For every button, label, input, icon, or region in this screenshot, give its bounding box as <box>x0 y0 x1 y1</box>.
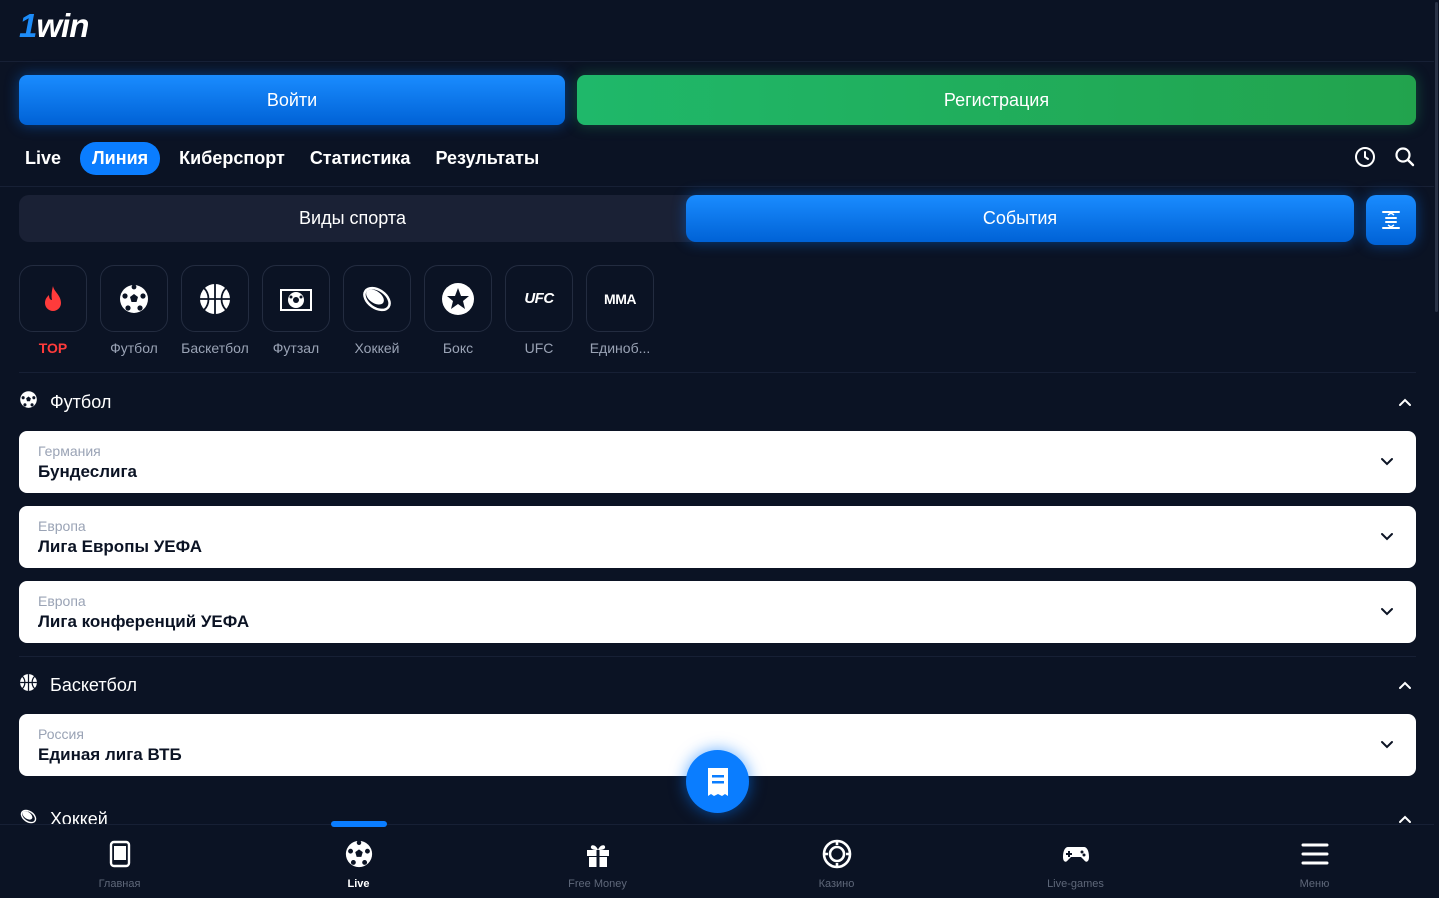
chevron-up-icon[interactable] <box>1398 678 1412 697</box>
scrollbar[interactable] <box>1434 0 1439 898</box>
section-title: Футбол <box>50 391 112 412</box>
bottom-nav-label: Меню <box>1299 878 1330 890</box>
mma-logo-text: MMA <box>604 290 636 307</box>
collapse-all-button[interactable] <box>1366 195 1416 245</box>
scrollbar-thumb[interactable] <box>1435 2 1438 312</box>
section-basketball-header[interactable]: Баскетбол <box>19 670 1416 700</box>
boxing-star-icon <box>424 265 492 332</box>
gamepad-icon <box>1062 847 1089 862</box>
clock-icon[interactable] <box>1354 146 1376 168</box>
menu-icon <box>1301 843 1328 865</box>
brand-logo[interactable]: 1win <box>19 6 89 46</box>
sport-label: UFC <box>524 340 554 356</box>
sport-football[interactable]: Футбол <box>100 265 168 356</box>
bottom-nav-label: Live <box>347 878 370 890</box>
sports-row: TOP Футбол Баскетбол Футзал Хоккей Бокс … <box>19 265 654 356</box>
bottom-nav-live-games[interactable]: Live-games <box>956 825 1195 898</box>
chevron-up-icon[interactable] <box>1398 395 1412 414</box>
soccer-ball-icon <box>345 840 372 868</box>
basketball-icon <box>181 265 249 332</box>
ufc-logo-text: UFC <box>524 290 554 307</box>
league-card[interactable]: Германия Бундеслига <box>19 431 1416 493</box>
bottom-nav-free-money[interactable]: Free Money <box>478 825 717 898</box>
soccer-ball-icon <box>100 265 168 332</box>
sport-boxing[interactable]: Бокс <box>424 265 492 356</box>
sport-ufc[interactable]: UFC UFC <box>505 265 573 356</box>
sport-hockey[interactable]: Хоккей <box>343 265 411 356</box>
chevron-down-icon[interactable] <box>1380 605 1394 624</box>
segment-sports[interactable]: Виды спорта <box>19 195 686 242</box>
soccer-ball-icon <box>19 390 38 414</box>
casino-chip-icon <box>822 839 851 869</box>
sport-label: Футбол <box>110 340 158 356</box>
bottom-nav-live[interactable]: Live <box>239 821 478 898</box>
divider <box>19 656 1416 657</box>
bottom-nav-casino[interactable]: Казино <box>717 825 956 898</box>
login-button[interactable]: Войти <box>19 75 565 125</box>
bottom-nav-label: Live-games <box>1047 878 1104 890</box>
league-country: Европа <box>38 593 86 609</box>
sport-label: Бокс <box>442 340 474 356</box>
bet-slip-button[interactable] <box>686 750 749 813</box>
league-card[interactable]: Европа Лига конференций УЕФА <box>19 581 1416 643</box>
bottom-nav-home[interactable]: Главная <box>0 825 239 898</box>
league-name: Бундеслига <box>38 462 137 481</box>
collapse-icon <box>1382 211 1400 229</box>
league-card[interactable]: Европа Лига Европы УЕФА <box>19 506 1416 568</box>
view-switcher: Виды спорта События <box>19 195 1354 242</box>
league-name: Лига конференций УЕФА <box>38 612 250 631</box>
league-name: Единая лига ВТБ <box>38 745 182 764</box>
sport-futsal[interactable]: Футзал <box>262 265 330 356</box>
chevron-down-icon[interactable] <box>1380 738 1394 757</box>
tab-statistics[interactable]: Статистика <box>304 142 417 175</box>
bottom-nav-menu[interactable]: Меню <box>1195 825 1434 898</box>
fire-icon <box>19 265 87 332</box>
mma-logo: MMA <box>586 265 654 332</box>
ufc-logo: UFC <box>505 265 573 332</box>
bottom-nav-label: Казино <box>818 878 855 890</box>
sport-mma[interactable]: MMA Единоб... <box>586 265 654 356</box>
bottom-nav-label: Free Money <box>568 878 627 890</box>
basketball-icon <box>19 673 38 697</box>
league-name: Лига Европы УЕФА <box>38 537 202 556</box>
section-title: Баскетбол <box>50 674 137 695</box>
sport-label: Футзал <box>272 340 320 356</box>
register-button[interactable]: Регистрация <box>577 75 1416 125</box>
tab-results[interactable]: Результаты <box>429 142 545 175</box>
league-country: Европа <box>38 518 86 534</box>
section-football-header[interactable]: Футбол <box>19 387 1416 417</box>
sport-basketball[interactable]: Баскетбол <box>181 265 249 356</box>
chevron-down-icon[interactable] <box>1380 455 1394 474</box>
divider <box>0 186 1434 187</box>
tab-line[interactable]: Линия <box>80 141 161 175</box>
ticket-icon <box>707 767 728 796</box>
chevron-down-icon[interactable] <box>1380 530 1394 549</box>
logo-one: 1 <box>19 7 37 44</box>
segment-events[interactable]: События <box>686 195 1354 242</box>
sport-label: Единоб... <box>589 340 651 356</box>
logo-text: win <box>36 7 89 44</box>
tab-live[interactable]: Live <box>19 142 67 175</box>
futsal-icon <box>262 265 330 332</box>
search-icon[interactable] <box>1394 146 1416 168</box>
bottom-nav-label: Главная <box>98 878 141 890</box>
sport-label: Хоккей <box>354 340 400 356</box>
tab-esports[interactable]: Киберспорт <box>173 142 291 175</box>
sport-top[interactable]: TOP <box>19 265 87 356</box>
league-country: Россия <box>38 726 84 742</box>
home-tablet-icon <box>109 840 130 868</box>
sport-label: TOP <box>38 340 68 356</box>
bottom-nav: Главная Live Free Money Казино Live-game… <box>0 821 1434 898</box>
header: 1win <box>0 0 1434 62</box>
league-country: Германия <box>38 443 101 459</box>
main-nav: Live Линия Киберспорт Статистика Результ… <box>19 141 558 175</box>
sport-label: Баскетбол <box>181 340 249 356</box>
active-indicator <box>330 821 387 827</box>
hockey-puck-icon <box>343 265 411 332</box>
divider <box>19 372 1416 373</box>
gift-icon <box>586 845 609 867</box>
